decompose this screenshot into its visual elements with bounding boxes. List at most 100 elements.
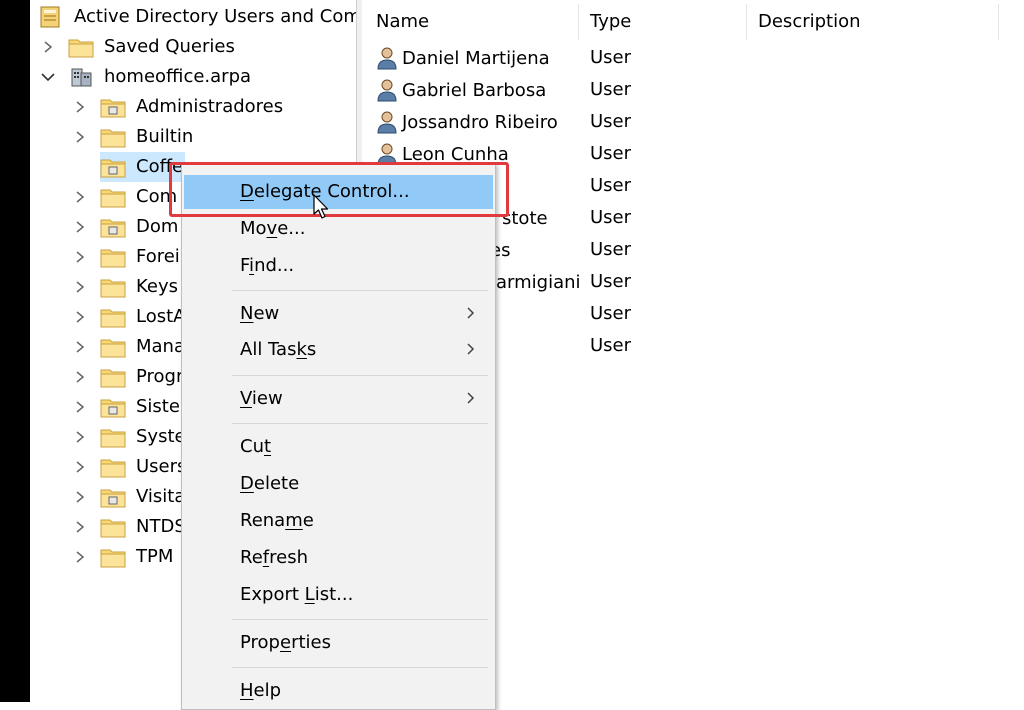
chevron-right-icon[interactable] [40,39,56,55]
tree-item-builtin[interactable]: Builtin [72,122,193,152]
menu-item-text: nd... [254,255,295,276]
chevron-right-icon[interactable] [72,339,88,355]
tree-item-visitantes[interactable]: Visita [72,482,185,512]
folder-icon [100,309,126,328]
menu-item-delete[interactable]: Delete [184,467,493,501]
tree-item-label: Progr [136,366,184,387]
chevron-right-icon[interactable] [72,489,88,505]
tree-item-system[interactable]: Syste [72,422,186,452]
list-item[interactable]: Jossandro Ribeiro User [362,106,1024,138]
folder-icon [100,549,126,568]
tree-item-managed[interactable]: Mana [72,332,185,362]
tree-item-lostandfound[interactable]: LostA [72,302,185,332]
menu-item-new[interactable]: New [184,297,493,331]
menu-item-text: F [240,255,250,276]
chevron-right-icon[interactable] [72,429,88,445]
menu-separator [232,375,488,376]
tree-item-domain[interactable]: homeoffice.arpa [40,62,251,92]
domain-icon [71,68,92,87]
ou-folder-icon [100,159,126,178]
tree-item-users[interactable]: Users [72,452,186,482]
tree-item-sistemas[interactable]: Sister [72,392,187,422]
user-icon [377,111,397,134]
list-item[interactable]: Gabriel Barbosa User [362,74,1024,106]
tree-root[interactable]: Active Directory Users and Com [38,2,361,32]
column-header-label: Type [590,10,632,32]
menu-item-properties[interactable]: Properties [184,626,493,660]
folder-icon [100,279,126,298]
menu-item-text: s [306,339,317,360]
tree-item-label: Keys [136,276,179,297]
column-header-name[interactable]: Name [376,0,429,42]
chevron-right-icon[interactable] [72,459,88,475]
menu-item-cut[interactable]: Cut [184,430,493,464]
column-header-description[interactable]: Description [758,0,861,42]
menu-item-text: rties [291,632,331,653]
menu-item-rename[interactable]: Rename [184,504,493,538]
menu-item-text: Prop [240,632,280,653]
access-key: H [240,680,254,701]
menu-item-refresh[interactable]: Refresh [184,541,493,575]
list-item[interactable]: Daniel Martijena User [362,42,1024,74]
tree-item-ntds[interactable]: NTDS [72,512,186,542]
tree-item-administradores[interactable]: Administradores [72,92,283,122]
chevron-right-icon[interactable] [72,279,88,295]
chevron-right-icon[interactable] [72,369,88,385]
tree-item-label: NTDS [136,516,186,537]
user-type: User [590,175,632,196]
menu-item-text: Export [240,584,305,605]
folder-icon [100,129,126,148]
column-divider[interactable] [578,4,579,40]
menu-item-text: e... [277,218,306,239]
chevron-right-icon[interactable] [72,549,88,565]
ou-folder-icon [100,489,126,508]
user-name: Gabriel Barbosa [402,79,547,101]
chevron-down-icon[interactable] [40,69,56,85]
menu-item-text: Rena [240,510,286,531]
tree-item-label: Administradores [136,96,284,117]
menu-item-export-list[interactable]: Export List... [184,578,493,612]
user-type: User [590,271,632,292]
context-menu: Delegate Control... Move... Find... New … [181,163,496,710]
tree-item-tpm[interactable]: TPM [72,542,173,572]
chevron-right-icon[interactable] [72,309,88,325]
folder-icon [100,249,126,268]
tree-item-foreign[interactable]: Forei [72,242,180,272]
chevron-right-icon[interactable] [72,129,88,145]
folder-icon [100,369,126,388]
menu-item-text: All Tas [240,339,297,360]
menu-item-text: ist... [314,584,354,605]
folder-icon [68,39,94,58]
column-divider[interactable] [746,4,747,40]
menu-item-text: iew [251,388,283,409]
user-type: User [590,143,632,164]
access-key: v [266,218,278,239]
tree-item-program-data[interactable]: Progr [72,362,183,392]
tree-item-keys[interactable]: Keys [72,272,178,302]
menu-item-help[interactable]: Help [184,674,493,708]
chevron-right-icon[interactable] [72,219,88,235]
menu-item-move[interactable]: Move... [184,212,493,246]
column-header-type[interactable]: Type [590,0,631,42]
folder-icon [100,519,126,538]
menu-item-view[interactable]: View [184,382,493,416]
menu-item-all-tasks[interactable]: All Tasks [184,333,493,367]
chevron-right-icon[interactable] [72,519,88,535]
access-key: D [240,473,254,494]
chevron-right-icon[interactable] [72,189,88,205]
chevron-right-icon[interactable] [72,99,88,115]
tree-item-domain-controllers[interactable]: Dom [72,212,178,242]
chevron-right-icon[interactable] [72,249,88,265]
submenu-arrow-icon [467,307,475,319]
menu-item-text: ew [253,303,280,324]
tree-item-label: homeoffice.arpa [104,66,252,87]
access-key: m [285,510,303,531]
tree-item-label: Saved Queries [104,36,235,57]
column-divider[interactable] [998,4,999,40]
menu-item-find[interactable]: Find... [184,249,493,283]
user-name: Daniel Martijena [402,47,550,69]
tree-item-saved-queries[interactable]: Saved Queries [40,32,235,62]
ou-folder-icon [100,399,126,418]
tree-item-computers[interactable]: Com [72,182,177,212]
chevron-right-icon[interactable] [72,399,88,415]
